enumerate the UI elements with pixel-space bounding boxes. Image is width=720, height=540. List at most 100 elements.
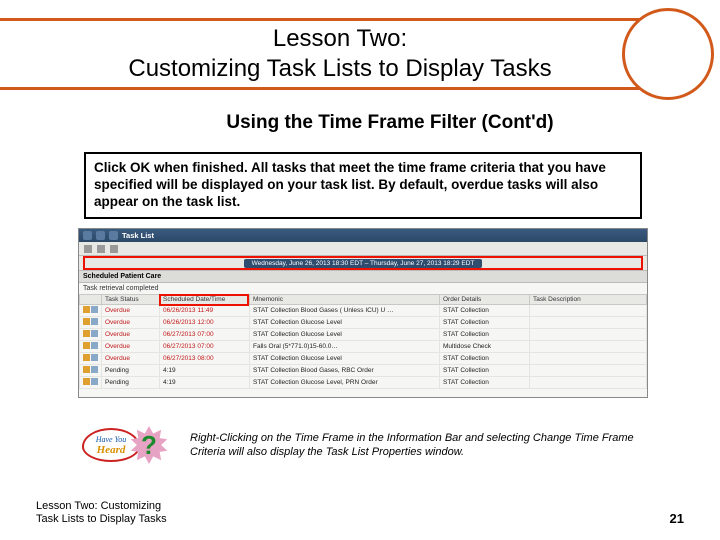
row-icons — [80, 377, 102, 389]
cell-date: 4:19 — [160, 377, 250, 389]
cell-details: STAT Collection — [440, 317, 530, 329]
cell-date: 4:19 — [160, 365, 250, 377]
page-number: 21 — [670, 511, 684, 526]
flag-icon — [83, 366, 90, 373]
cell-date: 06/27/2013 07:00 — [160, 329, 250, 341]
row-icons — [80, 329, 102, 341]
task-table: Task Status Scheduled Date/Time Mnemonic… — [79, 294, 647, 389]
slide-title: Lesson Two: Customizing Task Lists to Di… — [60, 24, 620, 84]
cell-details: STAT Collection — [440, 353, 530, 365]
flag-icon — [83, 318, 90, 325]
cell-details: STAT Collection — [440, 377, 530, 389]
table-row[interactable]: Overdue06/26/2013 11:49STAT Collection B… — [80, 305, 647, 317]
cell-details: STAT Collection — [440, 329, 530, 341]
app-title: Task List — [122, 231, 154, 240]
cell-details: Multidose Check — [440, 341, 530, 353]
cell-mnemonic: STAT Collection Glucose Level — [250, 317, 440, 329]
row-icons — [80, 341, 102, 353]
hyh-line2: Heard — [97, 444, 126, 456]
nav-forward-icon[interactable] — [96, 231, 105, 240]
cell-status: Pending — [102, 365, 160, 377]
cell-date: 06/26/2013 12:00 — [160, 317, 250, 329]
cell-status: Pending — [102, 377, 160, 389]
flag-icon — [83, 330, 90, 337]
nav-home-icon[interactable] — [109, 231, 118, 240]
cell-mnemonic: STAT Collection Glucose Level, PRN Order — [250, 377, 440, 389]
cell-status: Overdue — [102, 329, 160, 341]
cell-mnemonic: STAT Collection Glucose Level — [250, 329, 440, 341]
cell-date: 06/27/2013 07:00 — [160, 341, 250, 353]
cell-date: 06/26/2013 11:49 — [160, 305, 250, 317]
row-icons — [80, 353, 102, 365]
table-row[interactable]: Pending4:19STAT Collection Glucose Level… — [80, 377, 647, 389]
flag-icon — [83, 306, 90, 313]
cell-status: Overdue — [102, 341, 160, 353]
row-icons — [80, 365, 102, 377]
cell-mnemonic: STAT Collection Glucose Level — [250, 353, 440, 365]
toolbar-list-icon[interactable] — [97, 245, 105, 253]
question-mark-icon: ? — [134, 430, 164, 460]
hyh-line1: Have You — [96, 435, 127, 444]
cell-status: Overdue — [102, 305, 160, 317]
toolbar-refresh-icon[interactable] — [110, 245, 118, 253]
hyh-bubble-icon: Have You Heard — [82, 428, 140, 462]
cell-desc — [530, 377, 647, 389]
footer-l1: Lesson Two: Customizing — [36, 500, 161, 512]
title-circle — [622, 8, 714, 100]
table-row[interactable]: Overdue06/27/2013 08:00STAT Collection G… — [80, 353, 647, 365]
row-icons — [80, 305, 102, 317]
row-icons — [80, 317, 102, 329]
cell-mnemonic: Falls Oral (5*771.0)15-60.0… — [250, 341, 440, 353]
footer-l2: Task Lists to Display Tasks — [36, 513, 167, 525]
cell-desc — [530, 353, 647, 365]
flag-icon — [83, 354, 90, 361]
table-row[interactable]: Overdue06/27/2013 07:00STAT Collection G… — [80, 329, 647, 341]
tip-text: Right-Clicking on the Time Frame in the … — [190, 432, 640, 460]
doc-icon — [91, 318, 98, 325]
toolbar-check-icon[interactable] — [84, 245, 92, 253]
cell-status: Overdue — [102, 317, 160, 329]
cell-desc — [530, 305, 647, 317]
app-titlebar: Task List — [79, 229, 647, 242]
cell-mnemonic: STAT Collection Blood Gases ( Unless ICU… — [250, 305, 440, 317]
cell-details: STAT Collection — [440, 305, 530, 317]
cell-desc — [530, 365, 647, 377]
col-details: Order Details — [440, 295, 530, 305]
doc-icon — [91, 330, 98, 337]
col-desc: Task Description — [530, 295, 647, 305]
instruction-box: Click OK when finished. All tasks that m… — [84, 152, 642, 219]
doc-icon — [91, 366, 98, 373]
cell-status: Overdue — [102, 353, 160, 365]
cell-details: STAT Collection — [440, 365, 530, 377]
col-date: Scheduled Date/Time — [160, 295, 250, 305]
section-header: Scheduled Patient Care — [79, 270, 647, 283]
title-line-2: Customizing Task Lists to Display Tasks — [128, 55, 551, 82]
time-filter-bar[interactable]: Wednesday, June 26, 2013 18:30 EDT – Thu… — [79, 256, 647, 270]
footer-left: Lesson Two: Customizing Task Lists to Di… — [36, 500, 167, 526]
flag-icon — [83, 378, 90, 385]
app-toolbar — [79, 242, 647, 256]
retrieval-status: Task retrieval completed — [79, 283, 647, 294]
title-band: Lesson Two: Customizing Task Lists to Di… — [0, 18, 720, 90]
cell-desc — [530, 341, 647, 353]
doc-icon — [91, 342, 98, 349]
doc-icon — [91, 354, 98, 361]
task-list-screenshot: Task List Wednesday, June 26, 2013 18:30… — [78, 228, 648, 398]
cell-date: 06/27/2013 08:00 — [160, 353, 250, 365]
table-row[interactable]: Pending4:19STAT Collection Blood Gases, … — [80, 365, 647, 377]
col-mnemonic: Mnemonic — [250, 295, 440, 305]
col-icon — [80, 295, 102, 305]
have-you-heard: Have You Heard ? — [82, 428, 182, 472]
slide-subtitle: Using the Time Frame Filter (Cont'd) — [120, 112, 660, 134]
table-row[interactable]: Overdue06/27/2013 07:00Falls Oral (5*771… — [80, 341, 647, 353]
flag-icon — [83, 342, 90, 349]
time-filter-value[interactable]: Wednesday, June 26, 2013 18:30 EDT – Thu… — [244, 259, 483, 268]
nav-back-icon[interactable] — [83, 231, 92, 240]
title-line-1: Lesson Two: — [273, 25, 407, 52]
doc-icon — [91, 378, 98, 385]
cell-mnemonic: STAT Collection Blood Gases, RBC Order — [250, 365, 440, 377]
table-row[interactable]: Overdue06/26/2013 12:00STAT Collection G… — [80, 317, 647, 329]
cell-desc — [530, 329, 647, 341]
cell-desc — [530, 317, 647, 329]
table-header-row: Task Status Scheduled Date/Time Mnemonic… — [80, 295, 647, 305]
